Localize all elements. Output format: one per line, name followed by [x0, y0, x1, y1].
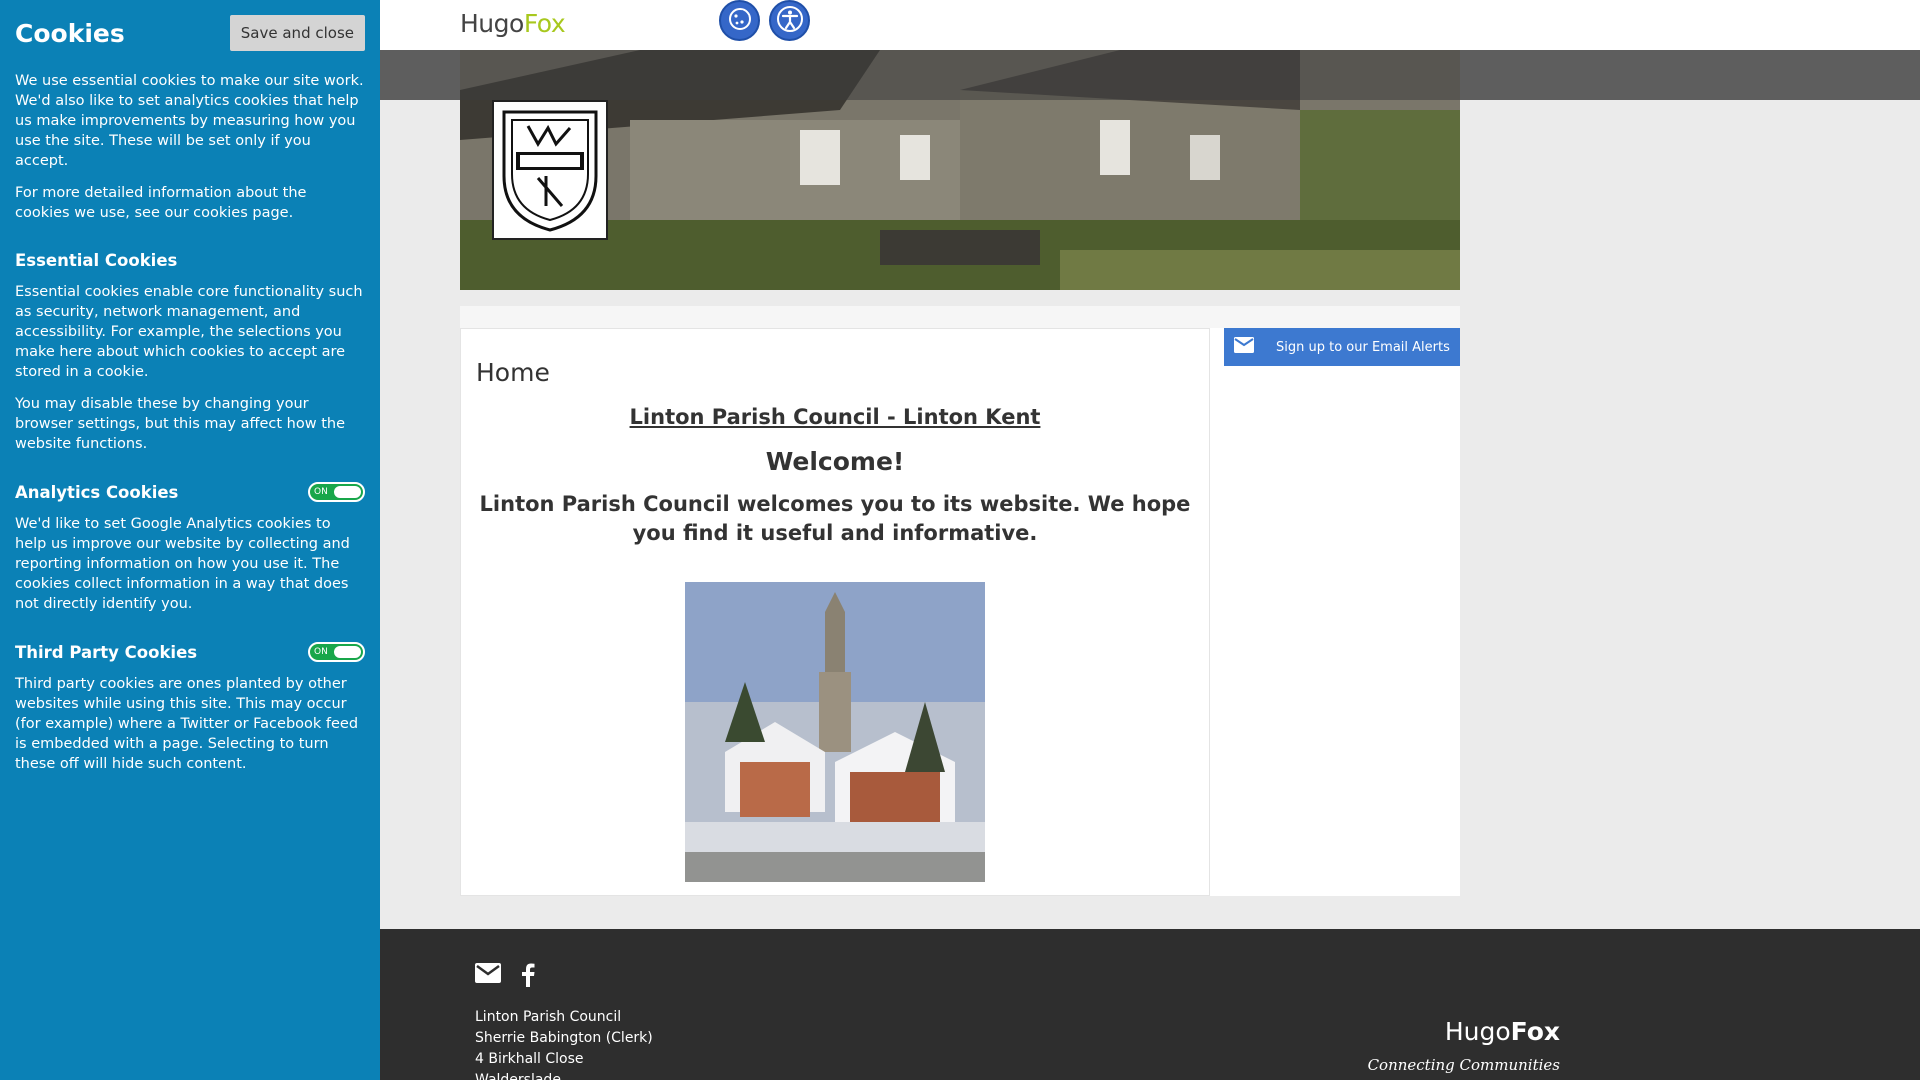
page-title: Home: [476, 358, 550, 387]
banner-tint: [460, 50, 1460, 100]
logo-text-fox: Fox: [523, 9, 566, 38]
footer-tagline: Connecting Communities: [1367, 1056, 1560, 1074]
welcome-text: Linton Parish Council welcomes you to it…: [479, 492, 1191, 545]
footer-logo-fox: Fox: [1510, 1017, 1560, 1046]
third-party-cookies-toggle[interactable]: ON: [308, 642, 365, 662]
analytics-cookies-title: Analytics Cookies: [15, 482, 179, 502]
essential-cookies-text: Essential cookies enable core functional…: [15, 284, 363, 380]
footer-hugofox-logo[interactable]: HugoFox: [1445, 1017, 1560, 1046]
linton-crest-logo: [492, 100, 608, 240]
sidebar: Sign up to our Email Alerts: [1210, 328, 1460, 896]
toggle-knob: [334, 486, 361, 498]
cookie-icon: [727, 6, 753, 36]
facebook-icon[interactable]: [521, 963, 535, 991]
accessibility-button[interactable]: [769, 0, 810, 41]
welcome-heading: Welcome!: [765, 447, 905, 476]
village-snow-photo: [685, 582, 985, 882]
content-strip: [460, 306, 1460, 328]
top-bar: HugoFox: [380, 0, 1920, 50]
third-party-cookies-text: Third party cookies are ones planted by …: [15, 676, 359, 772]
essential-cookies-text-2: You may disable these by changing your b…: [15, 396, 346, 452]
hugofox-logo[interactable]: HugoFox: [460, 9, 566, 38]
email-alerts-label: Sign up to our Email Alerts: [1276, 339, 1450, 355]
accessibility-icon: [776, 5, 804, 37]
toggle-label: ON: [314, 647, 328, 657]
cookie-panel-title: Cookies: [15, 19, 125, 48]
essential-cookies-title: Essential Cookies: [15, 251, 178, 270]
third-party-cookies-title: Third Party Cookies: [15, 642, 198, 662]
footer-logo-hugo: Hugo: [1444, 1017, 1511, 1046]
address-line: Walderslade: [475, 1072, 561, 1080]
address-line: 4 Birkhall Close: [475, 1051, 584, 1067]
logo-text-hugo: Hugo: [460, 9, 524, 38]
header-banner-image: [460, 50, 1460, 290]
cookie-settings-button[interactable]: [719, 0, 760, 41]
cookie-intro: We use essential cookies to make our sit…: [15, 73, 364, 169]
address-line: Sherrie Babington (Clerk): [475, 1030, 653, 1046]
toggle-label: ON: [314, 487, 328, 497]
envelope-icon: [1234, 337, 1254, 357]
address-line: Linton Parish Council: [475, 1009, 622, 1025]
email-icon[interactable]: [475, 963, 501, 991]
cookie-intro-more: For more detailed information about the …: [15, 185, 307, 221]
cookie-panel: Cookies Save and close We use essential …: [0, 0, 380, 1080]
page-subtitle: Linton Parish Council - Linton Kent: [629, 405, 1041, 429]
analytics-cookies-toggle[interactable]: ON: [308, 482, 365, 502]
main-content: Home Linton Parish Council - Linton Kent…: [460, 328, 1210, 896]
toggle-knob: [334, 646, 361, 658]
footer: Linton Parish Council Sherrie Babington …: [380, 929, 1920, 1080]
footer-address: Linton Parish Council Sherrie Babington …: [475, 1007, 653, 1080]
email-alerts-button[interactable]: Sign up to our Email Alerts: [1224, 328, 1460, 366]
analytics-cookies-text: We'd like to set Google Analytics cookie…: [15, 516, 350, 612]
save-and-close-button[interactable]: Save and close: [229, 15, 365, 51]
